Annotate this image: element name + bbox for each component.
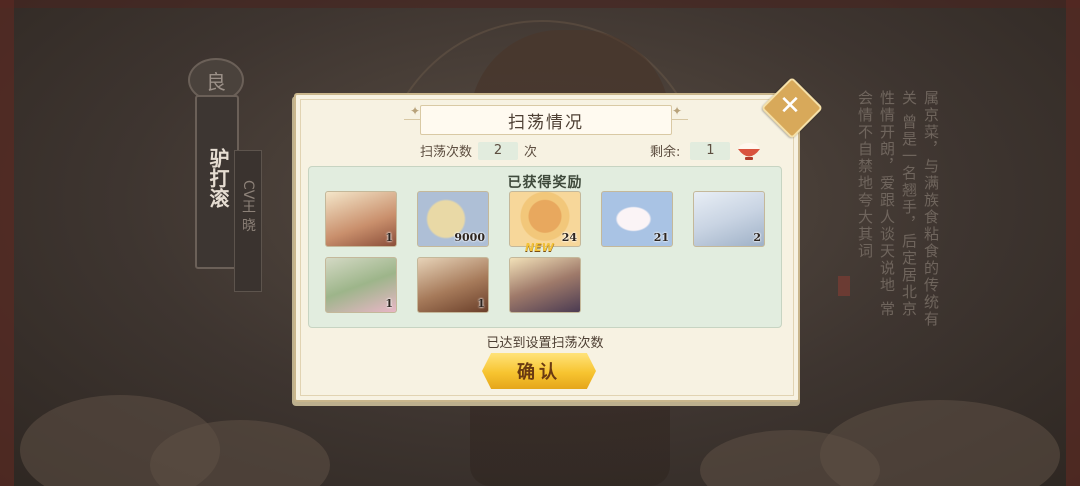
reward-slot-character-card[interactable] — [509, 257, 581, 313]
confirm-button[interactable]: 确认 — [482, 353, 596, 389]
remaining-row: 剩余: 1 — [650, 141, 736, 160]
rewards-title: 已获得奖励 — [507, 175, 583, 191]
top-border — [0, 0, 1080, 8]
remaining-value: 1 — [690, 141, 731, 160]
title-bar: 扫荡情况 — [420, 105, 672, 135]
dialog-title: 扫荡情况 — [508, 112, 584, 133]
character-name: 驴打滚 — [206, 148, 230, 208]
confirm-label: 确认 — [517, 362, 561, 383]
reward-panel: 已获得奖励 1 9000 24 21 2 1 1 NEW — [308, 166, 782, 328]
reward-count: 1 — [477, 297, 485, 310]
reward-slot-character-card[interactable]: 2 — [693, 191, 765, 247]
reward-count: 9000 — [454, 231, 485, 244]
sweep-complete-text: 已达到设置扫荡次数 — [486, 336, 604, 351]
reward-slot-character-card[interactable]: 1 — [325, 257, 397, 313]
reward-count: 2 — [753, 231, 761, 244]
reward-count: 1 — [385, 297, 393, 310]
right-border — [1066, 0, 1080, 486]
sweep-count-value: 2 — [478, 141, 519, 160]
reward-count: 1 — [385, 231, 393, 244]
seal-stamp — [838, 276, 850, 296]
sweep-count-label: 扫荡次数 — [420, 145, 473, 160]
new-badge: NEW — [525, 241, 554, 254]
reward-slot-character-card[interactable]: 1 — [417, 257, 489, 313]
cv-label: CV王 晓 — [240, 180, 256, 232]
reward-slot-character-card[interactable]: 1 — [325, 191, 397, 247]
left-border — [0, 0, 14, 486]
reward-slot-coin[interactable]: 24 — [509, 191, 581, 247]
reward-grid: 1 9000 24 21 2 1 1 NEW — [325, 191, 781, 327]
reward-count: 21 — [653, 231, 669, 244]
reward-slot-rabbit-cake[interactable]: 21 — [601, 191, 673, 247]
ornament-icon: ✦ — [410, 104, 421, 118]
sweep-count-unit: 次 — [524, 145, 538, 160]
remaining-label: 剩余: — [650, 145, 681, 160]
rice-bowl-icon — [738, 143, 760, 160]
close-icon[interactable]: ✕ — [770, 86, 810, 126]
reward-count: 24 — [561, 231, 577, 244]
reward-slot-dumpling[interactable]: 9000 — [417, 191, 489, 247]
sweep-count-row: 扫荡次数 2 次 — [420, 141, 537, 160]
ornament-icon: ✦ — [672, 104, 683, 118]
